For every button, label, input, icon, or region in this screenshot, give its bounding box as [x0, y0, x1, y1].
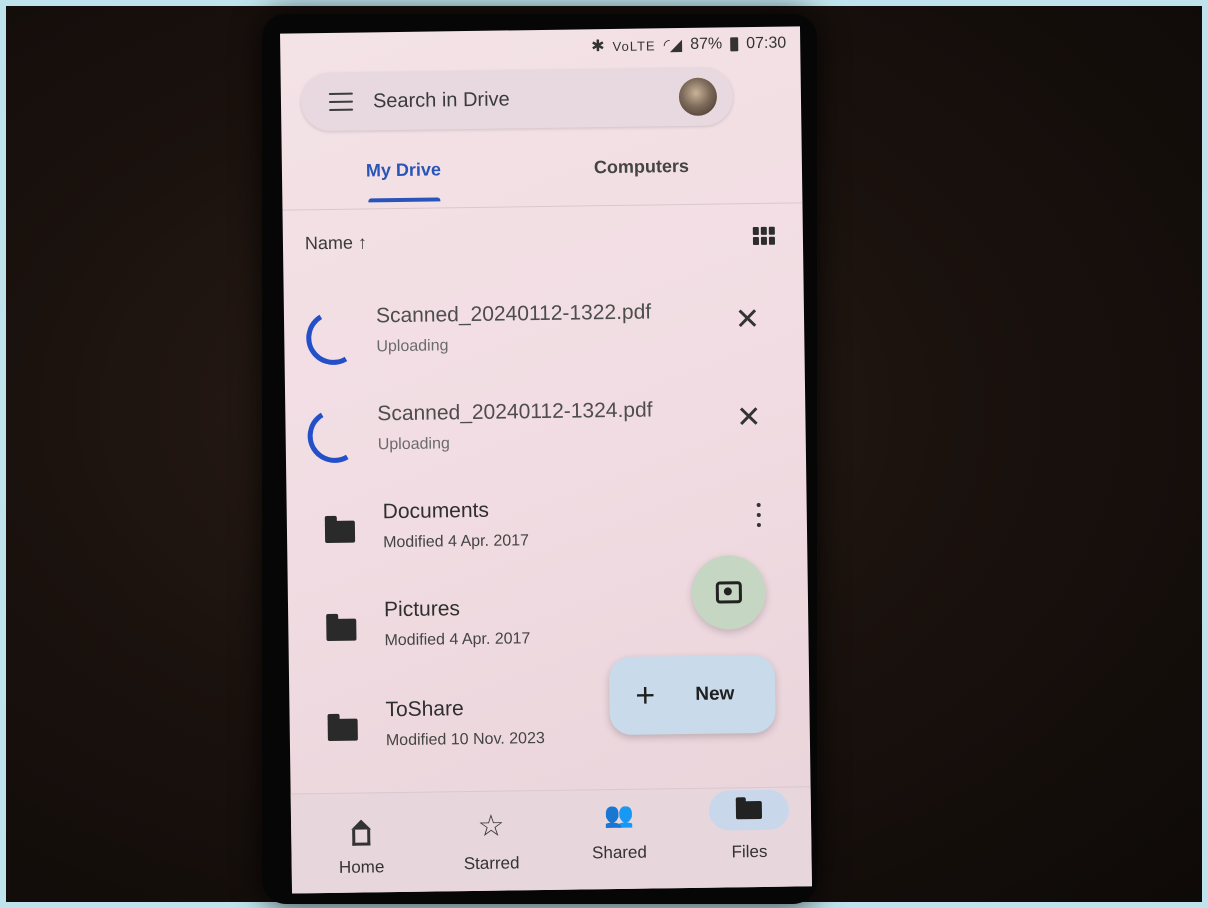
- files-active-indicator: [708, 789, 790, 831]
- wifi-signal-icon: ◜◢: [663, 37, 683, 55]
- home-icon: [352, 829, 371, 846]
- new-button[interactable]: + New: [608, 654, 776, 736]
- tab-my-drive[interactable]: My Drive: [366, 159, 441, 181]
- upload-file-name: Scanned_20240112-1324.pdf: [377, 398, 653, 426]
- folder-name: Documents: [382, 498, 490, 524]
- battery-percent: 87%: [690, 35, 723, 53]
- folder-icon: [326, 618, 357, 642]
- volte-indicator: VoLTE: [612, 37, 656, 54]
- plus-icon: +: [635, 676, 656, 715]
- nav-files-label: Files: [731, 841, 768, 862]
- nav-files[interactable]: Files: [699, 789, 800, 862]
- clock: 07:30: [746, 34, 787, 53]
- nav-home[interactable]: Home: [311, 823, 412, 878]
- upload-row[interactable]: Scanned_20240112-1324.pdf Uploading ✕: [285, 386, 806, 473]
- bluetooth-icon: ✱: [591, 38, 605, 56]
- folder-icon: [327, 718, 358, 742]
- upload-status: Uploading: [377, 435, 450, 454]
- folder-modified: Modified 10 Nov. 2023: [385, 730, 545, 750]
- status-bar: ✱ VoLTE ◜◢ 87% 07:30: [591, 33, 786, 58]
- nav-shared-label: Shared: [591, 842, 648, 863]
- cancel-upload-icon[interactable]: ✕: [735, 303, 761, 336]
- nav-shared[interactable]: 👥 Shared: [569, 801, 670, 863]
- phone-screen: ✱ VoLTE ◜◢ 87% 07:30 Search in Drive My …: [280, 26, 812, 894]
- battery-icon: [730, 37, 739, 52]
- upload-file-name: Scanned_20240112-1322.pdf: [375, 300, 652, 328]
- people-icon: 👥: [603, 801, 635, 830]
- search-bar[interactable]: Search in Drive: [300, 67, 734, 132]
- camera-icon: [715, 581, 743, 604]
- tab-computers[interactable]: Computers: [594, 156, 689, 178]
- tab-bar: My Drive Computers: [281, 144, 803, 211]
- sort-by-name-button[interactable]: Name ↑: [305, 232, 367, 253]
- folder-icon: [324, 520, 356, 544]
- upload-row[interactable]: Scanned_20240112-1322.pdf Uploading ✕: [284, 288, 805, 375]
- upload-progress-icon: [301, 403, 368, 469]
- nav-home-label: Home: [338, 857, 385, 877]
- sort-row: Name ↑: [305, 226, 785, 264]
- star-icon: ☆: [477, 809, 505, 843]
- folder-name: ToShare: [385, 697, 464, 722]
- nav-starred[interactable]: ☆ Starred: [441, 809, 542, 874]
- account-avatar[interactable]: [678, 77, 718, 117]
- folder-name: Pictures: [383, 597, 461, 622]
- nav-starred-label: Starred: [463, 853, 520, 874]
- folder-modified: Modified 4 Apr. 2017: [384, 630, 531, 650]
- grid-view-icon[interactable]: [752, 226, 776, 246]
- upload-progress-icon: [300, 305, 367, 371]
- folder-modified: Modified 4 Apr. 2017: [383, 532, 530, 552]
- search-input[interactable]: Search in Drive: [373, 86, 679, 113]
- upload-status: Uploading: [376, 337, 449, 356]
- more-options-icon[interactable]: [756, 502, 761, 528]
- hamburger-menu-icon[interactable]: [328, 92, 354, 111]
- bottom-navigation: Home ☆ Starred 👥 Shared Files: [290, 786, 812, 894]
- new-button-label: New: [695, 683, 735, 705]
- active-tab-indicator: [368, 197, 441, 203]
- folder-icon: [735, 800, 763, 820]
- cancel-upload-icon[interactable]: ✕: [736, 401, 762, 434]
